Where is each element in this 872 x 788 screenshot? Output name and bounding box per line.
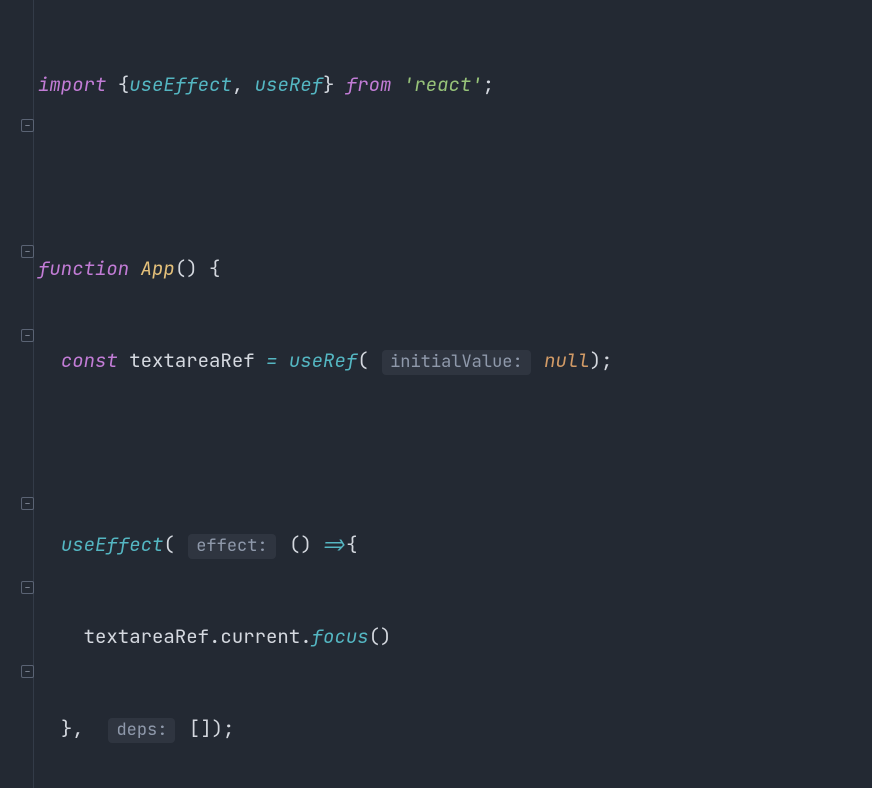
operator: =>	[323, 532, 346, 557]
code-editor[interactable]: import {useEffect, useRef} from 'react';…	[34, 0, 872, 788]
identifier: textareaRef	[84, 624, 209, 649]
code-line: import {useEffect, useRef} from 'react';	[38, 64, 872, 106]
punct: (	[357, 348, 368, 373]
punct: ()	[289, 532, 312, 557]
code-line: textareaRef.current.focus()	[38, 616, 872, 658]
operator: =	[266, 348, 277, 373]
function-name: App	[141, 256, 175, 281]
punct: {	[118, 72, 129, 97]
punct: ;	[483, 72, 494, 97]
fold-marker-icon[interactable]	[21, 245, 34, 258]
punct: (	[163, 532, 174, 557]
code-line: const textareaRef = useRef( initialValue…	[38, 340, 872, 382]
editor-gutter	[0, 0, 34, 788]
inlay-hint: initialValue:	[382, 350, 531, 375]
fold-marker-icon[interactable]	[21, 665, 34, 678]
punct: []	[189, 716, 212, 741]
punct: .	[209, 624, 220, 649]
keyword: function	[38, 256, 129, 281]
punct: {	[209, 256, 220, 281]
code-line: function App() {	[38, 248, 872, 290]
code-line	[38, 432, 872, 474]
punct: ,	[232, 72, 243, 97]
fold-marker-icon[interactable]	[21, 119, 34, 132]
punct: ()	[369, 624, 392, 649]
identifier: useEffect	[129, 72, 232, 97]
string: 'react'	[403, 72, 483, 97]
inlay-hint: deps:	[108, 718, 175, 743]
call: useRef	[289, 348, 357, 373]
identifier: current	[220, 624, 300, 649]
identifier: useRef	[255, 72, 323, 97]
code-line	[38, 156, 872, 198]
null-literal: null	[544, 348, 590, 373]
fold-marker-icon[interactable]	[21, 329, 34, 342]
method-call: focus	[312, 624, 369, 649]
punct: },	[61, 716, 84, 741]
punct: .	[300, 624, 311, 649]
fold-marker-icon[interactable]	[21, 581, 34, 594]
inlay-hint: effect:	[188, 534, 275, 559]
identifier: textareaRef	[129, 348, 254, 373]
punct: );	[212, 716, 235, 741]
punct: }	[323, 72, 334, 97]
code-line: }, deps: []);	[38, 708, 872, 750]
keyword: import	[38, 72, 106, 97]
code-line: useEffect( effect: () =>{	[38, 524, 872, 566]
fold-marker-icon[interactable]	[21, 497, 34, 510]
punct: );	[590, 348, 613, 373]
punct: ()	[175, 256, 198, 281]
keyword: from	[346, 72, 392, 97]
punct: {	[346, 532, 357, 557]
call: useEffect	[61, 532, 164, 557]
keyword: const	[61, 348, 118, 373]
